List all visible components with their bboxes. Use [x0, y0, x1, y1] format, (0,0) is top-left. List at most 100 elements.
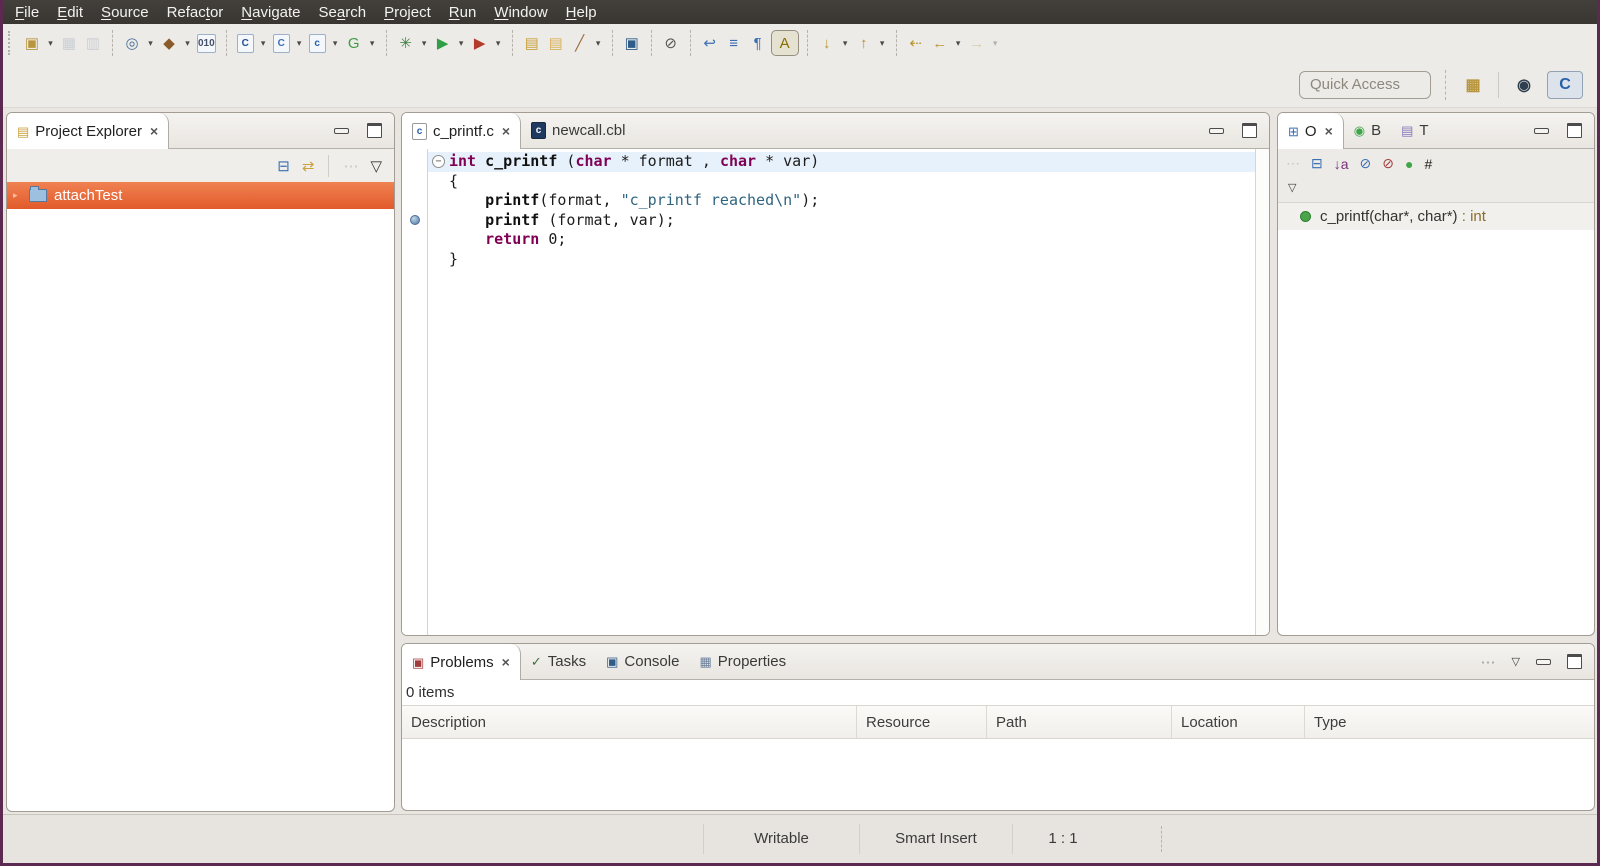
tab-b[interactable]: ◉ B	[1344, 113, 1391, 148]
annotation-ruler-cell[interactable]	[402, 152, 428, 172]
code-line[interactable]: }	[402, 250, 1269, 270]
fold-cell[interactable]: −	[428, 152, 449, 172]
tab-c-printf-c[interactable]: c c_printf.c ×	[402, 113, 522, 149]
close-icon[interactable]: ×	[502, 123, 510, 139]
remote-connection-dropdown-icon[interactable]: ▾	[144, 38, 157, 49]
maximize-icon[interactable]	[1242, 123, 1257, 138]
c-cpp-perspective-icon[interactable]: C	[1547, 70, 1583, 99]
new-c-file-dropdown-icon[interactable]: ▾	[329, 38, 342, 49]
sort-icon[interactable]: ↓a	[1334, 156, 1349, 172]
run-icon[interactable]: ▶	[432, 31, 454, 55]
tab-properties[interactable]: ▦ Properties	[689, 644, 796, 679]
build-dropdown-icon[interactable]: ▾	[181, 38, 194, 49]
fold-cell[interactable]	[428, 191, 449, 211]
show-whitespace-icon[interactable]: ¶	[747, 31, 769, 55]
tab-newcall-cbl[interactable]: c newcall.cbl	[521, 113, 635, 148]
annotation-ruler-cell[interactable]	[402, 250, 428, 270]
remote-connection-icon[interactable]: ◎	[121, 31, 143, 55]
hide-fields-icon[interactable]: ⊘	[1360, 155, 1372, 172]
back-icon[interactable]: ←	[929, 31, 951, 55]
tab-problems[interactable]: ▣ Problems ×	[402, 644, 521, 680]
menu-item-project[interactable]: Project	[375, 3, 440, 22]
menu-item-refactor[interactable]: Refactor	[158, 3, 233, 22]
menu-item-help[interactable]: Help	[557, 3, 606, 22]
new-c-file-icon[interactable]: c	[308, 33, 326, 53]
tab-t[interactable]: ▤ T	[1391, 113, 1438, 148]
code-text[interactable]: printf (format, var);	[449, 211, 1255, 231]
previous-annotation-dropdown-icon[interactable]: ▾	[876, 38, 889, 49]
annotation-ruler-cell[interactable]	[402, 230, 428, 250]
open-resource-icon[interactable]: ▤	[545, 31, 567, 55]
maximize-icon[interactable]	[1567, 654, 1582, 669]
code-text[interactable]: return 0;	[449, 230, 1255, 250]
menu-item-run[interactable]: Run	[440, 3, 486, 22]
menu-item-window[interactable]: Window	[485, 3, 556, 22]
menu-item-edit[interactable]: Edit	[48, 3, 92, 22]
maximize-icon[interactable]	[367, 123, 382, 138]
column-header-description[interactable]: Description	[402, 706, 857, 738]
minimize-icon[interactable]	[334, 127, 349, 134]
highlight-icon[interactable]: A	[770, 30, 799, 56]
hide-static-icon[interactable]: ⊘	[1382, 155, 1394, 172]
new-make-target-icon[interactable]: G	[343, 31, 365, 55]
outline-item[interactable]: c_printf(char*, char*) : int	[1278, 203, 1594, 230]
menu-item-source[interactable]: Source	[92, 3, 158, 22]
outline-tree[interactable]: c_printf(char*, char*) : int	[1278, 203, 1594, 230]
hide-non-public-icon[interactable]: ●	[1405, 156, 1413, 172]
open-perspective-icon[interactable]: ▦	[1460, 72, 1486, 98]
profile-dropdown-icon[interactable]: ▾	[492, 38, 505, 49]
profile-icon[interactable]: ▶	[469, 31, 491, 55]
code-line[interactable]: − int c_printf (char * format , char * va…	[402, 152, 1269, 172]
menu-item-navigate[interactable]: Navigate	[232, 3, 309, 22]
build-icon[interactable]: ◆	[158, 31, 180, 55]
code-line[interactable]: printf(format, "c_printf reached\n");	[402, 191, 1269, 211]
new-class-dropdown-icon[interactable]: ▾	[293, 38, 306, 49]
tab-tasks[interactable]: ✓ Tasks	[521, 644, 596, 679]
code-line[interactable]: return 0;	[402, 230, 1269, 250]
menu-item-file[interactable]: File	[6, 3, 48, 22]
scroll-lock-icon[interactable]: ⊘	[660, 31, 682, 55]
debug-perspective-icon[interactable]: ◉	[1511, 72, 1537, 98]
console-icon[interactable]: ▣	[621, 31, 643, 55]
new-wizard-dropdown-icon[interactable]: ▾	[44, 38, 57, 49]
new-c-project-dropdown-icon[interactable]: ▾	[257, 38, 270, 49]
tab-console[interactable]: ▣ Console	[596, 644, 689, 679]
code-area[interactable]: − int c_printf (char * format , char * va…	[402, 149, 1269, 635]
column-header-type[interactable]: Type	[1305, 706, 1594, 738]
expand-toggle-icon[interactable]: ▸	[13, 190, 18, 201]
fold-cell[interactable]	[428, 230, 449, 250]
tab-project-explorer[interactable]: ▤ Project Explorer ×	[7, 113, 170, 149]
debug-icon[interactable]: ✳	[395, 31, 417, 55]
close-icon[interactable]: ×	[150, 123, 158, 139]
project-explorer-tree[interactable]: ▸ attachTest	[7, 182, 394, 209]
new-wizard-icon[interactable]: ▣	[21, 31, 43, 55]
new-class-icon[interactable]: C	[272, 33, 290, 53]
minimize-icon[interactable]	[1536, 658, 1551, 665]
debug-dropdown-icon[interactable]: ▾	[418, 38, 431, 49]
new-c-project-icon[interactable]: C	[236, 33, 254, 53]
search-icon[interactable]: ╱	[569, 31, 591, 55]
quick-access-input[interactable]	[1299, 70, 1431, 99]
outline-list-icon[interactable]: ≡	[723, 31, 745, 55]
view-menu-icon[interactable]: ▽	[1288, 182, 1296, 194]
code-text[interactable]: int c_printf (char * format , char * var…	[449, 152, 1255, 172]
next-annotation-dropdown-icon[interactable]: ▾	[839, 38, 852, 49]
open-element-icon[interactable]: ▤	[521, 31, 543, 55]
next-annotation-icon[interactable]: ↓	[816, 31, 838, 55]
code-text[interactable]: printf(format, "c_printf reached\n");	[449, 191, 1255, 211]
minimize-icon[interactable]	[1534, 127, 1549, 134]
code-line[interactable]: printf (format, var);	[402, 211, 1269, 231]
view-menu-icon[interactable]: ▽	[370, 157, 382, 175]
collapse-all-icon[interactable]: ⊟	[277, 157, 290, 175]
previous-annotation-icon[interactable]: ↑	[853, 31, 875, 55]
column-header-path[interactable]: Path	[987, 706, 1172, 738]
code-line[interactable]: {	[402, 172, 1269, 192]
minimize-icon[interactable]	[1209, 127, 1224, 134]
annotation-ruler-cell[interactable]	[402, 172, 428, 192]
annotation-ruler-cell[interactable]	[402, 211, 428, 231]
code-text[interactable]: {	[449, 172, 1255, 192]
back-dropdown-icon[interactable]: ▾	[952, 38, 965, 49]
search-dropdown-icon[interactable]: ▾	[592, 38, 605, 49]
view-menu-icon[interactable]: ▽	[1512, 655, 1520, 668]
close-icon[interactable]: ×	[1325, 123, 1333, 139]
